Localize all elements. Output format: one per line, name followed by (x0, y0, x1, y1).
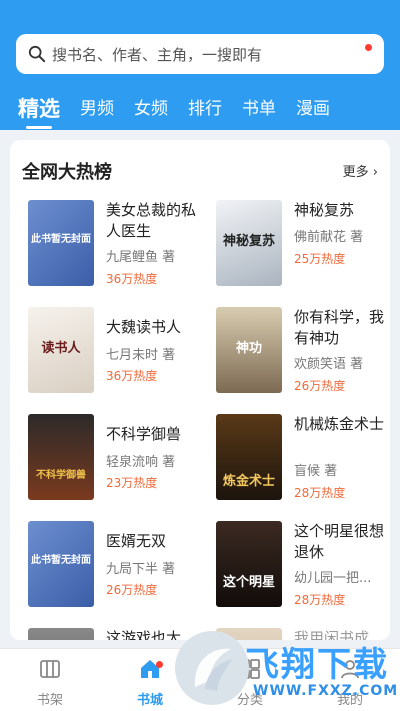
tab-female[interactable]: 女频 (134, 96, 168, 122)
book-heat: 28万热度 (294, 593, 346, 607)
book-item[interactable]: 不科学御兽 不科学御兽 轻泉流响 著 23万热度 (28, 414, 208, 504)
book-cover: 不科学御兽 (28, 414, 94, 500)
watermark-logo-icon (175, 631, 249, 705)
cover-text: 神秘复苏 (222, 234, 275, 249)
book-author: 七月未时 著 (106, 348, 176, 363)
book-heat: 25万热度 (294, 252, 346, 266)
book-cover: 这个明星 (216, 521, 282, 607)
book-cover (28, 628, 94, 640)
book-heat: 28万热度 (294, 486, 346, 500)
book-item[interactable]: 读书人 大魏读书人 七月未时 著 36万热度 (28, 307, 208, 397)
book-title: 不科学御兽 (106, 425, 182, 443)
cover-text: 此书暂无封面 (31, 234, 91, 245)
chevron-right-icon: › (372, 165, 378, 180)
watermark-title: 飞翔下载 (245, 645, 389, 685)
book-heat: 23万热度 (106, 476, 158, 490)
watermark: 飞翔下载 WWW.FXXZ.COM (175, 625, 399, 711)
book-item[interactable]: 炼金术士 机械炼金术士 盲候 著 28万热度 (216, 414, 390, 504)
search-icon (28, 45, 46, 63)
cover-text: 此书暂无封面 (31, 555, 91, 566)
tab-comics[interactable]: 漫画 (296, 96, 330, 122)
book-title: 神秘复苏 (294, 201, 355, 219)
book-cover: 读书人 (28, 307, 94, 393)
book-item[interactable]: 神秘复苏 神秘复苏 佛前献花 著 25万热度 (216, 200, 390, 290)
book-title: 大魏读书人 (106, 318, 182, 336)
cover-text: 神功 (235, 341, 262, 356)
cover-text: 炼金术士 (222, 474, 275, 489)
book-heat: 36万热度 (106, 369, 158, 383)
book-author: 九尾鲤鱼 著 (106, 250, 176, 265)
book-author: 欢颜笑语 著 (294, 357, 364, 372)
book-title: 美女总裁的私人医生 (106, 201, 197, 240)
book-author: 盲候 著 (294, 464, 338, 479)
book-heat: 26万热度 (294, 379, 346, 393)
search-placeholder: 搜书名、作者、主角，一搜即有 (52, 45, 263, 64)
hot-ranking-card: 全网大热榜 更多 › 此书暂无封面 美女总裁的私人医生 九尾鲤鱼 著 36万热度… (10, 140, 390, 640)
nav-label: 书架 (36, 693, 63, 708)
book-item[interactable]: 此书暂无封面 美女总裁的私人医生 九尾鲤鱼 著 36万热度 (28, 200, 208, 290)
tab-featured[interactable]: 精选 (18, 96, 60, 129)
book-author: 轻泉流响 著 (106, 455, 176, 470)
book-cover: 神秘复苏 (216, 200, 282, 286)
book-cover: 神功 (216, 307, 282, 393)
tab-ranking[interactable]: 排行 (188, 96, 222, 122)
book-title: 医婿无双 (106, 532, 167, 550)
nav-badge-dot (156, 661, 163, 668)
top-header: 搜书名、作者、主角，一搜即有 精选 男频 女频 排行 书单 漫画 (0, 0, 400, 130)
watermark-url: WWW.FXXZ.COM (253, 683, 399, 699)
book-item[interactable]: 神功 你有科学，我有神功 欢颜笑语 著 26万热度 (216, 307, 390, 397)
section-title: 全网大热榜 (22, 162, 112, 183)
bookshelf-icon (40, 660, 60, 678)
book-item[interactable]: 此书暂无封面 医婿无双 九局下半 著 26万热度 (28, 521, 208, 611)
cover-text: 读书人 (41, 341, 81, 356)
cover-text: 这个明星 (222, 575, 275, 590)
book-author: 佛前献花 著 (294, 230, 364, 245)
book-author: 九局下半 著 (106, 562, 176, 577)
book-heat: 36万热度 (106, 272, 158, 286)
book-author: 幼儿园一把... (294, 571, 372, 586)
book-title: 你有科学，我有神功 (294, 308, 385, 347)
book-title: 机械炼金术士 (294, 415, 385, 433)
nav-bookshelf[interactable]: 书架 (10, 657, 90, 708)
search-bar[interactable]: 搜书名、作者、主角，一搜即有 (16, 34, 384, 74)
book-cover: 此书暂无封面 (28, 200, 94, 286)
book-title: 这个明星很想退休 (294, 522, 385, 561)
book-cover: 此书暂无封面 (28, 521, 94, 607)
cover-text: 不科学御兽 (36, 470, 86, 481)
tab-booklist[interactable]: 书单 (242, 96, 276, 122)
more-link[interactable]: 更多 › (343, 161, 378, 180)
book-cover: 炼金术士 (216, 414, 282, 500)
more-label: 更多 (342, 165, 369, 180)
book-item[interactable]: 这个明星 这个明星很想退休 幼儿园一把... 28万热度 (216, 521, 390, 611)
notification-dot (365, 44, 372, 51)
category-tabs: 精选 男频 女频 排行 书单 漫画 (18, 92, 388, 129)
book-heat: 26万热度 (106, 583, 158, 597)
tab-male[interactable]: 男频 (80, 96, 114, 122)
